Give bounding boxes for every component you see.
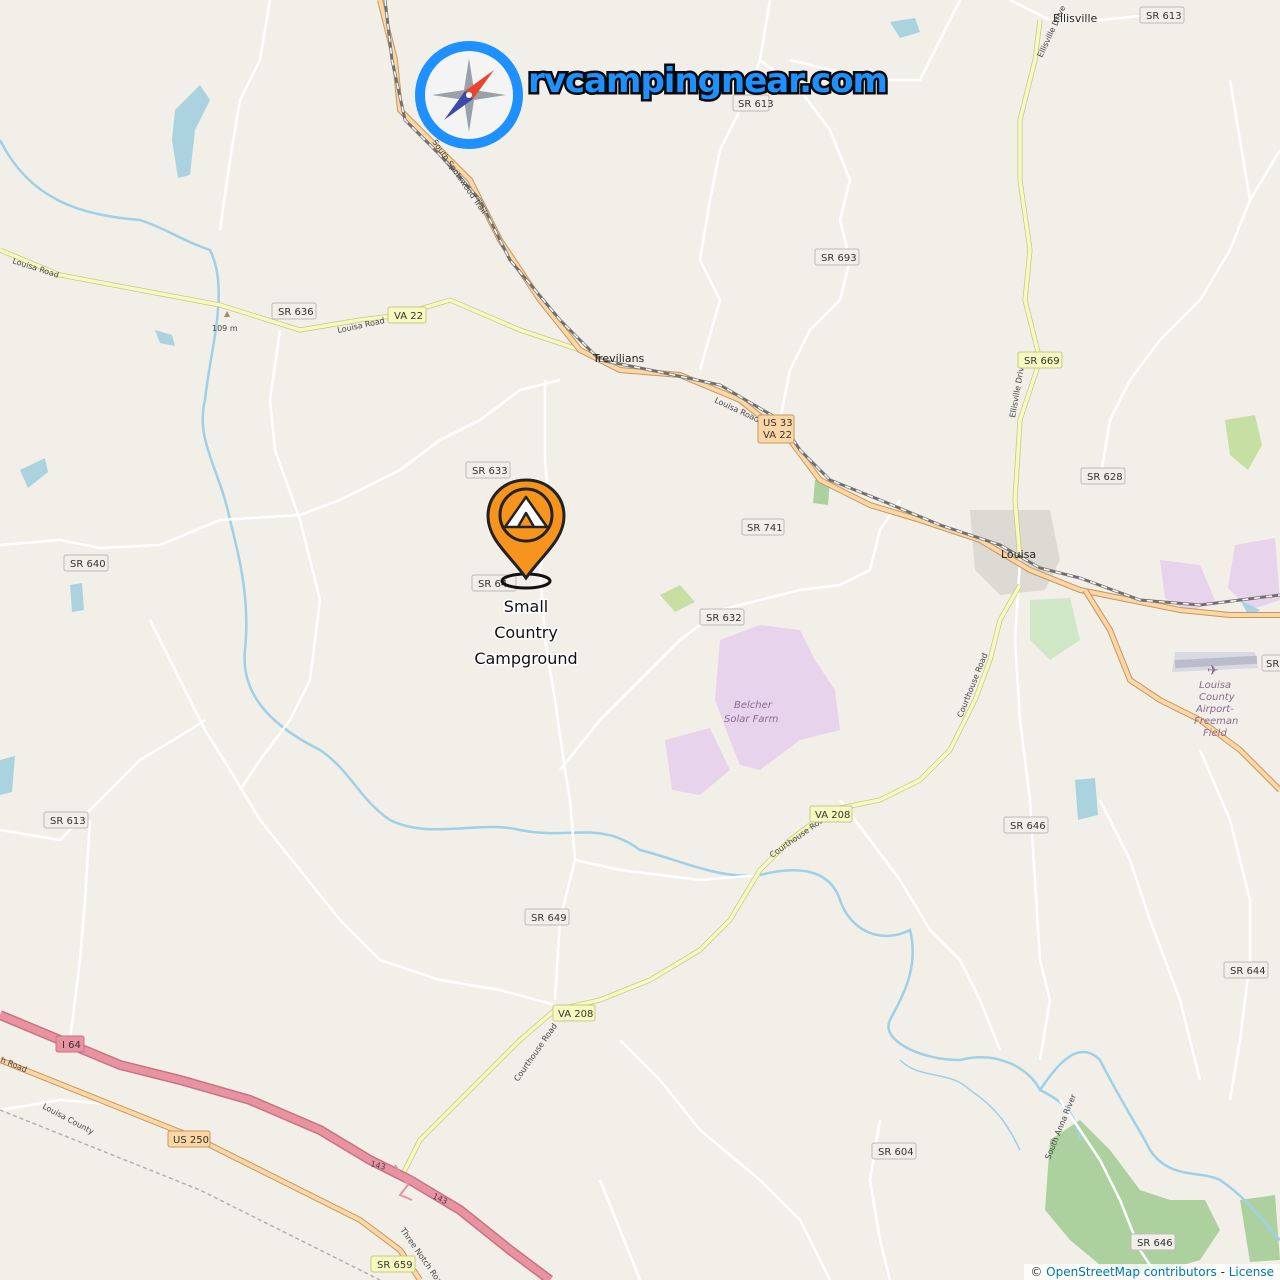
svg-text:SR 604: SR 604 bbox=[878, 1147, 914, 1158]
campground-name-line3: Campground bbox=[474, 649, 577, 668]
svg-text:SR 633: SR 633 bbox=[472, 466, 508, 477]
airport-label-3: Airport- bbox=[1195, 704, 1234, 715]
svg-text:SR 649: SR 649 bbox=[531, 913, 567, 924]
svg-text:SR 613: SR 613 bbox=[50, 816, 86, 827]
shield-i64: I 64 bbox=[55, 1035, 85, 1053]
campground-name-line2: Country bbox=[494, 623, 558, 642]
shield-sr628: SR 628 bbox=[1080, 467, 1126, 485]
shield-sr613-ne: SR 613 bbox=[1139, 6, 1185, 24]
shield-us33-va22: US 33VA 22 bbox=[757, 414, 795, 444]
campground-name-line1: Small bbox=[504, 597, 548, 616]
shield-sr633: SR 633 bbox=[465, 461, 511, 479]
solar-farm-label-2: Solar Farm bbox=[724, 714, 779, 725]
license-link[interactable]: License bbox=[1229, 1265, 1274, 1279]
shield-sr646: SR 646 bbox=[1003, 816, 1049, 834]
shield-va208: VA 208 bbox=[809, 805, 853, 823]
airport-label-5: Field bbox=[1203, 728, 1227, 739]
svg-text:SR 659: SR 659 bbox=[377, 1260, 413, 1271]
svg-text:SR 669: SR 669 bbox=[1024, 356, 1060, 367]
airport-label-4: Freeman bbox=[1194, 716, 1238, 727]
brand-wordmark: rvcampingnear.com bbox=[528, 61, 887, 101]
airport-label-1: Louisa bbox=[1199, 680, 1231, 691]
shield-sr-edge: SR bbox=[1261, 654, 1280, 672]
peak-icon: ▲ bbox=[224, 309, 231, 318]
place-louisa: Louisa bbox=[1001, 548, 1036, 561]
attribution-separator: - bbox=[1216, 1265, 1229, 1279]
shield-sr644: SR 644 bbox=[1223, 961, 1269, 979]
svg-text:SR 644: SR 644 bbox=[1230, 966, 1266, 977]
elevation-label: 109 m bbox=[212, 324, 238, 333]
svg-text:SR 741: SR 741 bbox=[747, 523, 783, 534]
shield-sr669: SR 669 bbox=[1017, 351, 1063, 369]
svg-text:SR: SR bbox=[1266, 659, 1279, 670]
svg-text:US 33: US 33 bbox=[763, 418, 793, 429]
svg-text:SR 632: SR 632 bbox=[706, 613, 742, 624]
svg-text:I 64: I 64 bbox=[62, 1040, 81, 1051]
map-canvas[interactable]: ✈ Ellisville Trevilians Louisa Belcher S… bbox=[0, 0, 1280, 1280]
shield-sr632: SR 632 bbox=[699, 608, 745, 626]
svg-text:VA 22: VA 22 bbox=[394, 311, 423, 322]
svg-text:SR 613: SR 613 bbox=[1146, 11, 1182, 22]
shield-sr646b: SR 646 bbox=[1130, 1233, 1176, 1251]
shield-sr640: SR 640 bbox=[63, 554, 109, 572]
svg-text:SR 640: SR 640 bbox=[70, 559, 106, 570]
solar-farm-label-1: Belcher bbox=[734, 700, 773, 711]
airport-icon: ✈ bbox=[1207, 663, 1219, 679]
compass-icon bbox=[415, 41, 523, 149]
shield-sr649: SR 649 bbox=[524, 908, 570, 926]
svg-text:SR 646: SR 646 bbox=[1137, 1238, 1173, 1249]
shield-sr659: SR 659 bbox=[370, 1255, 416, 1273]
shield-us250: US 250 bbox=[167, 1130, 211, 1148]
shield-sr604: SR 604 bbox=[871, 1142, 917, 1160]
airport-label-2: County bbox=[1199, 692, 1236, 703]
shield-va22: VA 22 bbox=[387, 306, 427, 324]
svg-text:VA 22: VA 22 bbox=[763, 430, 792, 441]
shield-sr613-w: SR 613 bbox=[43, 811, 89, 829]
shield-sr741: SR 741 bbox=[741, 518, 785, 536]
place-trevilians: Trevilians bbox=[592, 352, 645, 365]
map-attribution: © OpenStreetMap contributors - License bbox=[1024, 1264, 1280, 1280]
osm-contributors-link[interactable]: OpenStreetMap contributors bbox=[1046, 1265, 1217, 1279]
svg-text:VA 208: VA 208 bbox=[815, 810, 850, 821]
svg-text:SR 636: SR 636 bbox=[278, 307, 314, 318]
shield-sr693: SR 693 bbox=[814, 248, 860, 266]
attribution-prefix: © bbox=[1030, 1265, 1047, 1279]
svg-text:SR 646: SR 646 bbox=[1010, 821, 1046, 832]
svg-text:VA 208: VA 208 bbox=[558, 1009, 593, 1020]
shield-sr636: SR 636 bbox=[271, 302, 317, 320]
svg-text:SR 693: SR 693 bbox=[821, 253, 857, 264]
svg-text:US 250: US 250 bbox=[173, 1135, 209, 1146]
shield-va208b: VA 208 bbox=[552, 1004, 596, 1022]
svg-text:SR 628: SR 628 bbox=[1087, 472, 1123, 483]
